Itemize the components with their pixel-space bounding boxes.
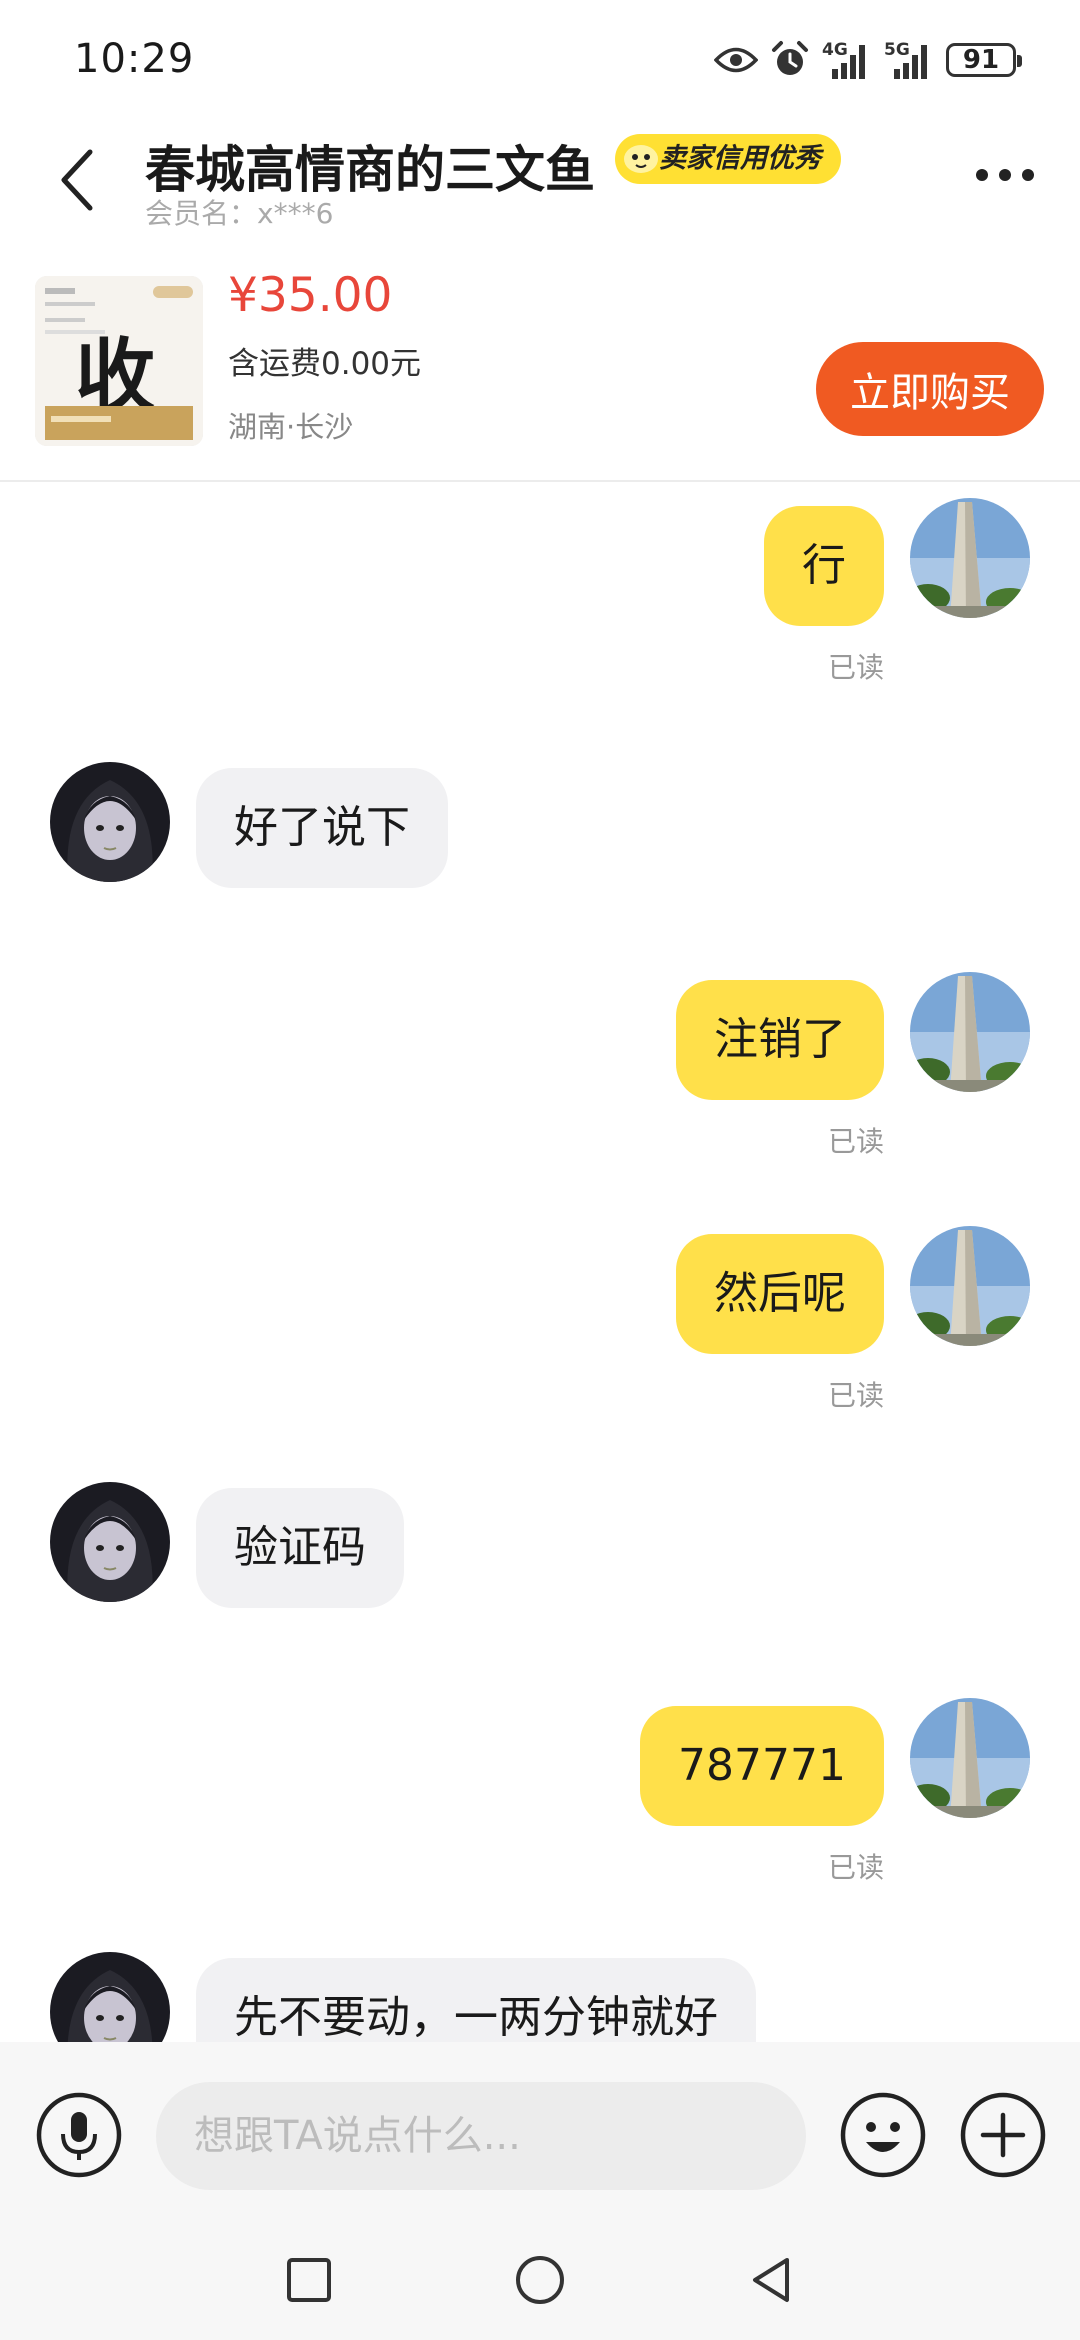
portrait-image — [50, 1952, 170, 2042]
status-icons: 4G 5G 91 — [714, 34, 1022, 86]
message-row: 注销了 已读 — [0, 972, 1080, 1158]
message-bubble[interactable]: 然后呢 — [676, 1234, 884, 1354]
triangle-back-icon — [753, 2258, 789, 2302]
message-row: 行 已读 — [0, 498, 1080, 684]
eye-icon — [714, 47, 758, 73]
self-avatar[interactable] — [910, 972, 1030, 1092]
product-card[interactable]: 收 ¥35.00 含运费0.00元 湖南·长沙 立即购买 — [0, 258, 1080, 480]
contact-avatar[interactable] — [50, 1952, 170, 2042]
alarm-icon — [772, 41, 808, 75]
home-button[interactable] — [510, 2250, 570, 2310]
shipping-fee: 含运费0.00元 — [228, 346, 422, 382]
chevron-left-icon — [61, 149, 93, 211]
network-4g-label: 4G — [822, 40, 848, 60]
seller-credit-label: 卖家信用优秀 — [659, 143, 821, 174]
message-row: 787771 已读 — [0, 1698, 1080, 1884]
plus-icon — [960, 2092, 1046, 2178]
portrait-image — [50, 1482, 170, 1602]
portrait-image — [50, 762, 170, 882]
emoji-button[interactable] — [838, 2090, 928, 2180]
battery-level: 91 — [962, 45, 1000, 75]
more-options-button[interactable] — [970, 150, 1040, 200]
more-actions-button[interactable] — [958, 2090, 1048, 2180]
more-dots-icon — [976, 169, 1034, 181]
self-avatar[interactable] — [910, 498, 1030, 618]
monument-image — [910, 1226, 1030, 1346]
contact-avatar[interactable] — [50, 1482, 170, 1602]
signal-4g-icon: 4G — [822, 40, 865, 79]
read-status: 已读 — [827, 1379, 884, 1412]
status-bar: 10:29 4G 5G 91 — [0, 0, 1080, 120]
read-status: 已读 — [827, 1125, 884, 1158]
message-bubble[interactable]: 行 — [764, 506, 884, 626]
message-bubble[interactable]: 注销了 — [676, 980, 884, 1100]
battery-icon: 91 — [946, 43, 1022, 77]
microphone-icon — [36, 2092, 122, 2178]
signal-5g-icon: 5G — [884, 40, 927, 79]
product-image: 收 — [35, 276, 203, 446]
read-status: 已读 — [827, 651, 884, 684]
self-avatar[interactable] — [910, 1226, 1030, 1346]
contact-avatar[interactable] — [50, 762, 170, 882]
system-back-button[interactable] — [741, 2250, 801, 2310]
circle-icon — [516, 2256, 564, 2304]
message-input[interactable] — [156, 2082, 806, 2190]
read-status: 已读 — [827, 1851, 884, 1884]
product-thumbnail[interactable]: 收 — [35, 276, 203, 446]
message-row: 然后呢 已读 — [0, 1226, 1080, 1412]
monument-image — [910, 972, 1030, 1092]
message-row: 好了说下 — [0, 762, 1080, 898]
member-name: 会员名：x***6 — [145, 197, 334, 230]
message-bubble[interactable]: 787771 — [640, 1706, 884, 1826]
message-row: 验证码 — [0, 1482, 1080, 1618]
recent-apps-button[interactable] — [279, 2250, 339, 2310]
message-bubble[interactable]: 先不要动，一两分钟就好 — [196, 1958, 756, 2042]
network-5g-label: 5G — [884, 40, 910, 60]
back-button[interactable] — [50, 140, 110, 220]
input-bar — [0, 2042, 1080, 2220]
product-location: 湖南·长沙 — [228, 410, 354, 444]
message-bubble[interactable]: 验证码 — [196, 1488, 404, 1608]
status-time: 10:29 — [74, 36, 195, 82]
message-row: 先不要动，一两分钟就好 — [0, 1952, 1080, 2042]
monument-image — [910, 498, 1030, 618]
message-bubble[interactable]: 好了说下 — [196, 768, 448, 888]
smiley-icon — [840, 2092, 926, 2178]
voice-button[interactable] — [34, 2090, 124, 2180]
message-list[interactable]: 行 已读 好了说下 注销了 已读 然后呢 已读 验证码 787771 已读 先不… — [0, 482, 1080, 2042]
chat-header: 春城高情商的三文鱼 卖家信用优秀 会员名：x***6 — [0, 120, 1080, 230]
product-price: ¥35.00 — [228, 268, 393, 323]
buy-now-button[interactable]: 立即购买 — [816, 342, 1044, 436]
seller-credit-badge[interactable]: 卖家信用优秀 — [615, 134, 841, 184]
fish-mascot-icon — [624, 145, 658, 173]
self-avatar[interactable] — [910, 1698, 1030, 1818]
monument-image — [910, 1698, 1030, 1818]
square-icon — [287, 2258, 331, 2302]
system-nav-bar — [0, 2220, 1080, 2340]
